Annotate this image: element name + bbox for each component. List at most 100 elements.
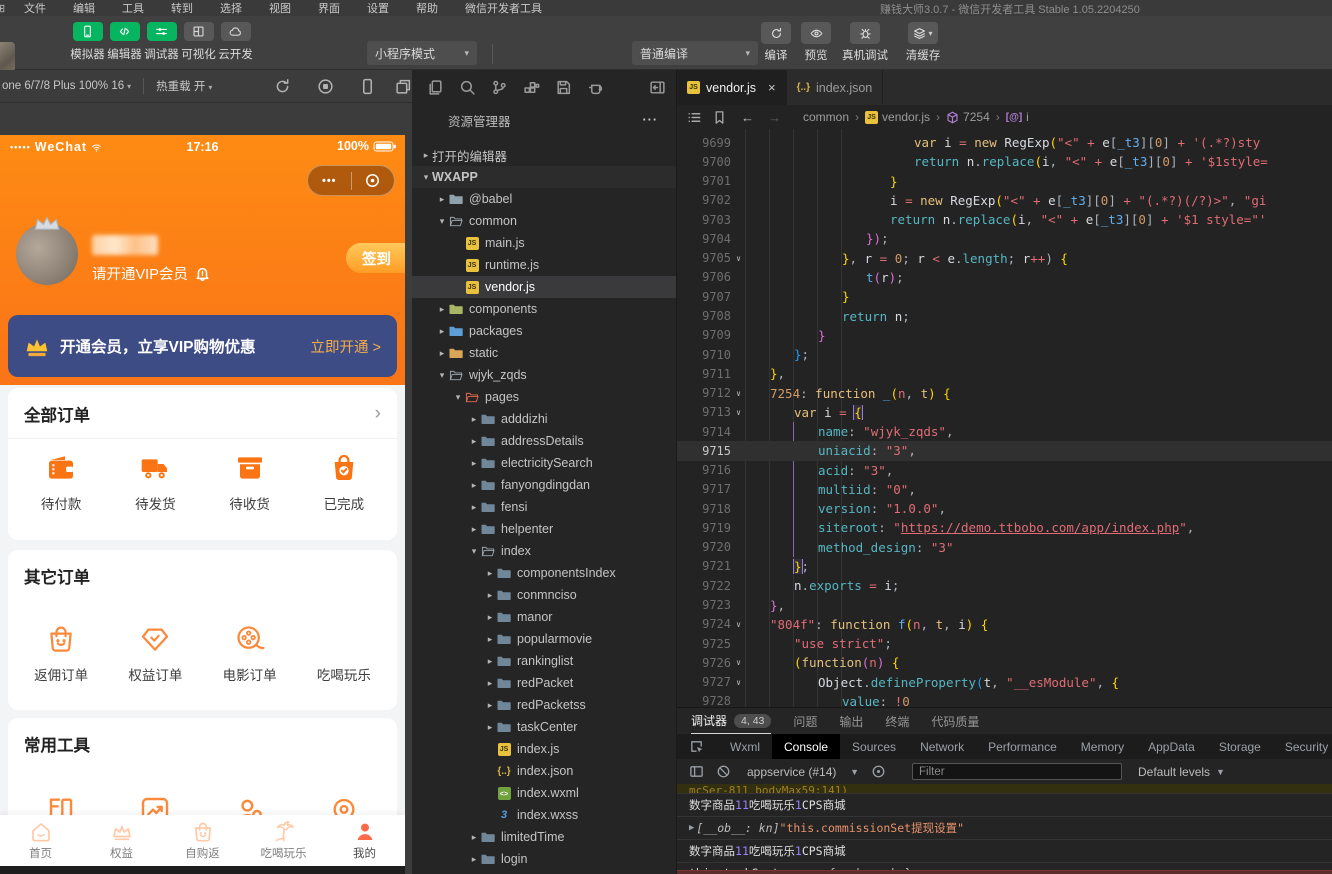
- code-line-9701[interactable]: 9701}: [677, 172, 1332, 191]
- tree-item-vendor.js[interactable]: JSvendor.js: [412, 276, 676, 298]
- code-line-9699[interactable]: 9699var i = new RegExp("<" + e[_t3][0] +…: [677, 133, 1332, 152]
- search-icon[interactable]: [459, 79, 476, 96]
- menu-item[interactable]: 界面: [304, 0, 353, 16]
- action-button-预览[interactable]: 预览: [796, 22, 836, 63]
- menu-item[interactable]: 工具: [108, 0, 157, 16]
- console-filter-input[interactable]: [912, 763, 1122, 780]
- compile-select[interactable]: 普通编译 ▾: [632, 41, 758, 65]
- grid-item-吃喝玩乐[interactable]: 吃喝玩乐: [297, 622, 391, 684]
- code-line-9712[interactable]: 9712∨7254: function _(n, t) {: [677, 383, 1332, 402]
- mode-select[interactable]: 小程序模式 ▾: [367, 41, 477, 65]
- menu-item[interactable]: 设置: [353, 0, 402, 16]
- tree-item-common[interactable]: ▾common: [412, 210, 676, 232]
- clear-console-icon[interactable]: [716, 764, 731, 779]
- code-line-9707[interactable]: 9707}: [677, 287, 1332, 306]
- chevron-right-icon[interactable]: ›: [375, 407, 381, 421]
- code-line-9720[interactable]: 9720method_design: "3": [677, 538, 1332, 557]
- code-line-9724[interactable]: 9724∨"804f": function f(n, t, i) {: [677, 615, 1332, 634]
- tabbar-item-首页[interactable]: 首页: [0, 815, 81, 866]
- console-output[interactable]: mcSer-811 bodyMax59:141)数字商品 1 1 吃喝玩乐 1 …: [677, 784, 1332, 874]
- more-dots-icon[interactable]: •••: [308, 175, 351, 187]
- editor-tab-vendor.js[interactable]: JSvendor.js×: [677, 70, 787, 105]
- stop-icon[interactable]: [317, 78, 334, 95]
- tree-item-rankinglist[interactable]: ▸rankinglist: [412, 650, 676, 672]
- wechat-capsule[interactable]: •••: [307, 165, 395, 196]
- fold-icon[interactable]: ∨: [731, 678, 746, 687]
- code-line-9726[interactable]: 9726∨(function(n) {: [677, 653, 1332, 672]
- refresh-icon[interactable]: [274, 78, 291, 95]
- console-message[interactable]: 数字商品 1 1 吃喝玩乐 1 CPS商城: [677, 794, 1332, 817]
- tree-item-打开的编辑器[interactable]: ▸打开的编辑器: [412, 144, 676, 166]
- app-menu-icon[interactable]: ⊞: [0, 2, 10, 15]
- tabbar-item-自购返[interactable]: 自购返: [162, 815, 243, 866]
- code-line-9715[interactable]: 9715uniacid: "3",: [677, 441, 1332, 460]
- grid-item-权益订单[interactable]: 权益订单: [108, 622, 202, 684]
- nav-forward-button[interactable]: →: [768, 110, 781, 125]
- code-line-9710[interactable]: 9710};: [677, 345, 1332, 364]
- tabbar-item-吃喝玩乐[interactable]: 吃喝玩乐: [243, 815, 324, 866]
- code-line-9714[interactable]: 9714name: "wjyk_zqds",: [677, 422, 1332, 441]
- code-line-9704[interactable]: 9704});: [677, 229, 1332, 248]
- code-line-9716[interactable]: 9716acid: "3",: [677, 461, 1332, 480]
- bookmark-icon[interactable]: [712, 110, 727, 125]
- devtools-tab-AppData[interactable]: AppData: [1136, 734, 1207, 759]
- device-select[interactable]: one 6/7/8 Plus 100% 16▾: [2, 80, 131, 92]
- tree-item-index.js[interactable]: JSindex.js: [412, 738, 676, 760]
- editor-tab-index.json[interactable]: {..}index.json: [787, 70, 884, 105]
- tree-item-electricitySearch[interactable]: ▸electricitySearch: [412, 452, 676, 474]
- code-line-9728[interactable]: 9728value: !0: [677, 692, 1332, 707]
- code-line-9703[interactable]: 9703return n.replace(i, "<" + e[_t3][0] …: [677, 210, 1332, 229]
- action-button-编译[interactable]: 编译: [756, 22, 796, 63]
- tree-item-packages[interactable]: ▸packages: [412, 320, 676, 342]
- code-line-9727[interactable]: 9727∨Object.defineProperty(t, "__esModul…: [677, 672, 1332, 691]
- debug-tab-调试器[interactable]: 调试器4, 43: [691, 708, 771, 734]
- nav-back-button[interactable]: ←: [741, 110, 754, 125]
- tree-item-redPacketss[interactable]: ▸redPacketss: [412, 694, 676, 716]
- debug-tab-问题[interactable]: 问题: [793, 708, 817, 734]
- tabbar-item-我的[interactable]: 我的: [324, 815, 405, 866]
- breadcrumb-item-i[interactable]: [@]i: [1006, 110, 1029, 124]
- outline-list-icon[interactable]: [687, 110, 702, 125]
- devtools-tab-Wxml[interactable]: Wxml: [718, 734, 772, 759]
- devtools-tab-Performance[interactable]: Performance: [976, 734, 1069, 759]
- inspect-element-icon[interactable]: [689, 739, 704, 754]
- toolbar-button-调试器[interactable]: 调试器: [143, 22, 180, 62]
- tree-item-fensi[interactable]: ▸fensi: [412, 496, 676, 518]
- console-message[interactable]: ▶ [__ob__: kn] "this.commissionSet提现设置": [677, 817, 1332, 840]
- code-line-9719[interactable]: 9719siteroot: "https://demo.ttbobo.com/a…: [677, 518, 1332, 537]
- tree-item-adddizhi[interactable]: ▸adddizhi: [412, 408, 676, 430]
- context-select[interactable]: appservice (#14) ▼: [747, 765, 859, 779]
- tree-item-taskCenter[interactable]: ▸taskCenter: [412, 716, 676, 738]
- tree-item-wjyk_zqds[interactable]: ▾wjyk_zqds: [412, 364, 676, 386]
- device-frame-icon[interactable]: [359, 78, 376, 95]
- code-line-9725[interactable]: 9725"use strict";: [677, 634, 1332, 653]
- close-target-icon[interactable]: [352, 172, 395, 189]
- tree-item-limitedTime[interactable]: ▸limitedTime: [412, 826, 676, 848]
- debug-tab-代码质量[interactable]: 代码质量: [931, 708, 979, 734]
- menu-item[interactable]: 文件: [10, 0, 59, 16]
- tabbar-item-权益[interactable]: 权益: [81, 815, 162, 866]
- code-editor[interactable]: 9699var i = new RegExp("<" + e[_t3][0] +…: [677, 129, 1332, 707]
- hot-reload-toggle[interactable]: 热重载 开▾: [156, 78, 212, 94]
- tree-item-redPacket[interactable]: ▸redPacket: [412, 672, 676, 694]
- tree-item-main.js[interactable]: JSmain.js: [412, 232, 676, 254]
- menu-item[interactable]: 微信开发者工具: [451, 0, 555, 16]
- panel-right-icon[interactable]: [649, 79, 666, 96]
- vip-hint-row[interactable]: 请开通VIP会员: [92, 263, 211, 284]
- toolbar-button-模拟器[interactable]: 模拟器: [69, 22, 106, 62]
- tree-item-login[interactable]: ▸login: [412, 848, 676, 870]
- console-message[interactable]: 数字商品 1 1 吃喝玩乐 1 CPS商城: [677, 840, 1332, 863]
- devtools-tab-Security[interactable]: Security: [1273, 734, 1332, 759]
- tree-item-componentsIndex[interactable]: ▸componentsIndex: [412, 562, 676, 584]
- tree-item-index.json[interactable]: {..}index.json: [412, 760, 676, 782]
- devtools-tab-Console[interactable]: Console: [772, 734, 840, 759]
- menu-item[interactable]: 帮助: [402, 0, 451, 16]
- tree-item-index.wxml[interactable]: <>index.wxml: [412, 782, 676, 804]
- debug-tab-输出[interactable]: 输出: [839, 708, 863, 734]
- grid-item-电影订单[interactable]: 电影订单: [203, 622, 297, 684]
- action-button-清缓存[interactable]: ▾清缓存: [894, 22, 952, 63]
- menu-item[interactable]: 视图: [255, 0, 304, 16]
- code-line-9711[interactable]: 9711},: [677, 364, 1332, 383]
- tree-item-partial[interactable]: ▸: [412, 870, 676, 874]
- code-line-9722[interactable]: 9722n.exports = i;: [677, 576, 1332, 595]
